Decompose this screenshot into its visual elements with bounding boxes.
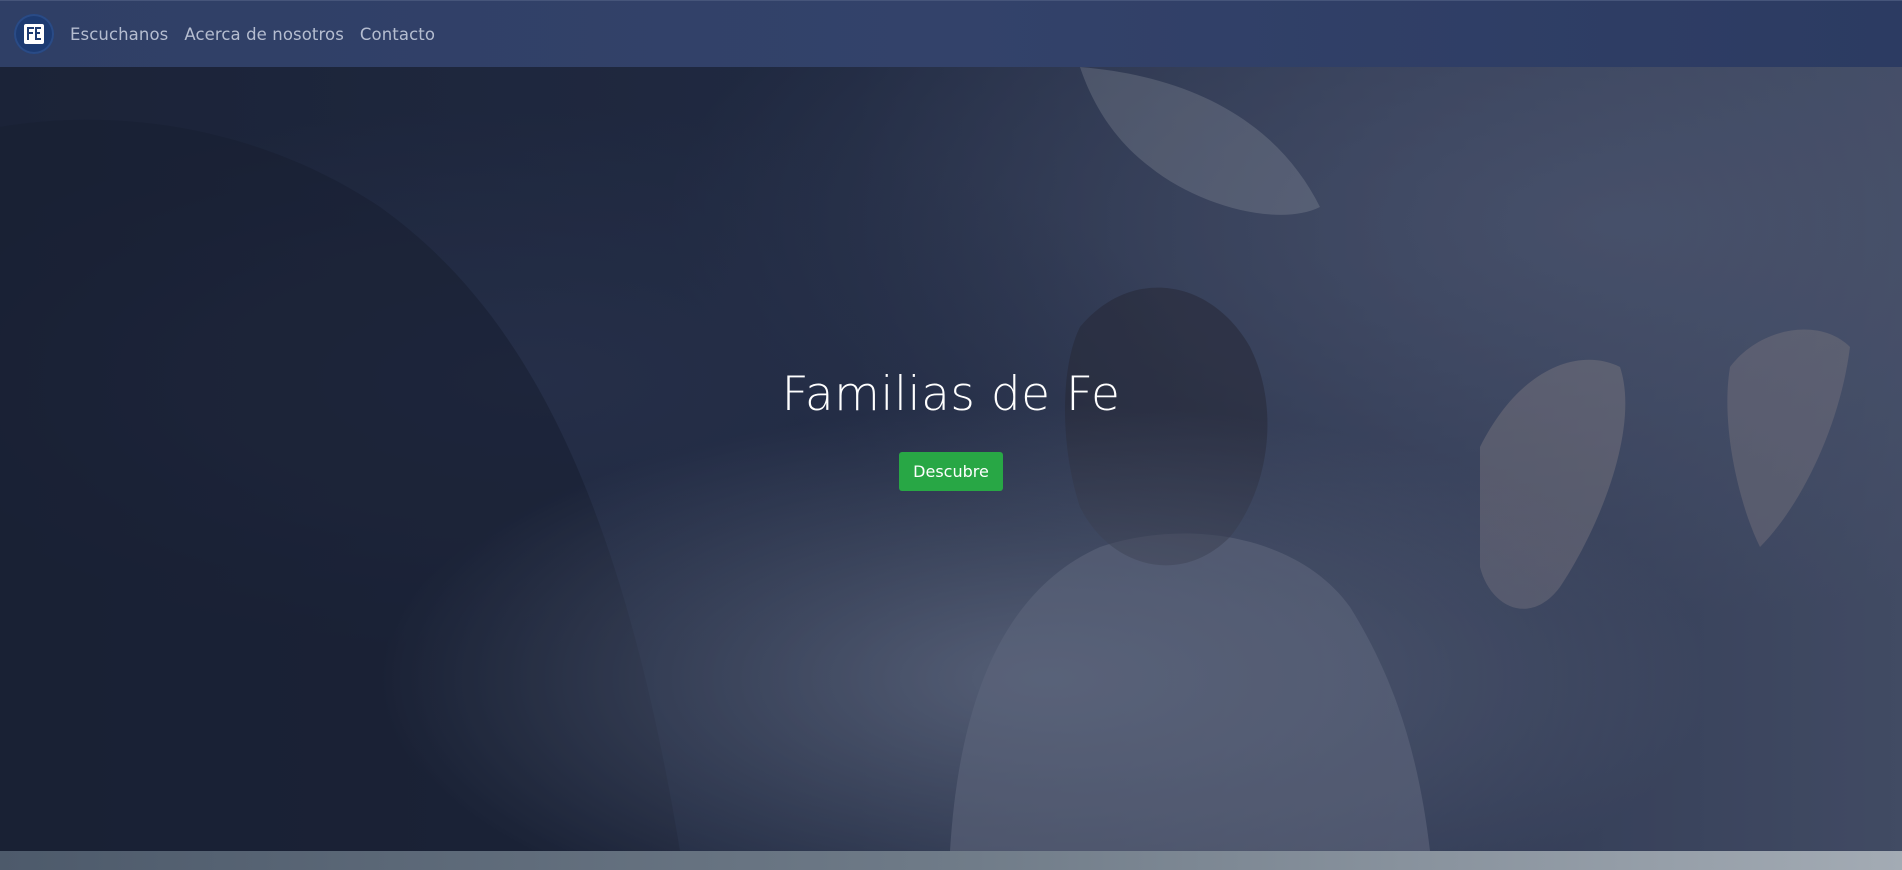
hero-section: Familias de Fe Descubre [0, 67, 1902, 851]
next-section-edge [0, 851, 1902, 870]
logo-glyph [24, 24, 44, 44]
hero-content: Familias de Fe Descubre [0, 367, 1902, 491]
navbar: Escuchanos Acerca de nosotros Contacto [0, 0, 1902, 67]
nav-link-contacto[interactable]: Contacto [360, 25, 435, 44]
church-logo-icon[interactable] [14, 14, 54, 54]
nav-link-escuchanos[interactable]: Escuchanos [70, 25, 168, 44]
descubre-button[interactable]: Descubre [899, 452, 1003, 491]
nav-link-acerca[interactable]: Acerca de nosotros [184, 25, 344, 44]
hero-title: Familias de Fe [781, 367, 1121, 422]
nav-links: Escuchanos Acerca de nosotros Contacto [70, 25, 435, 44]
